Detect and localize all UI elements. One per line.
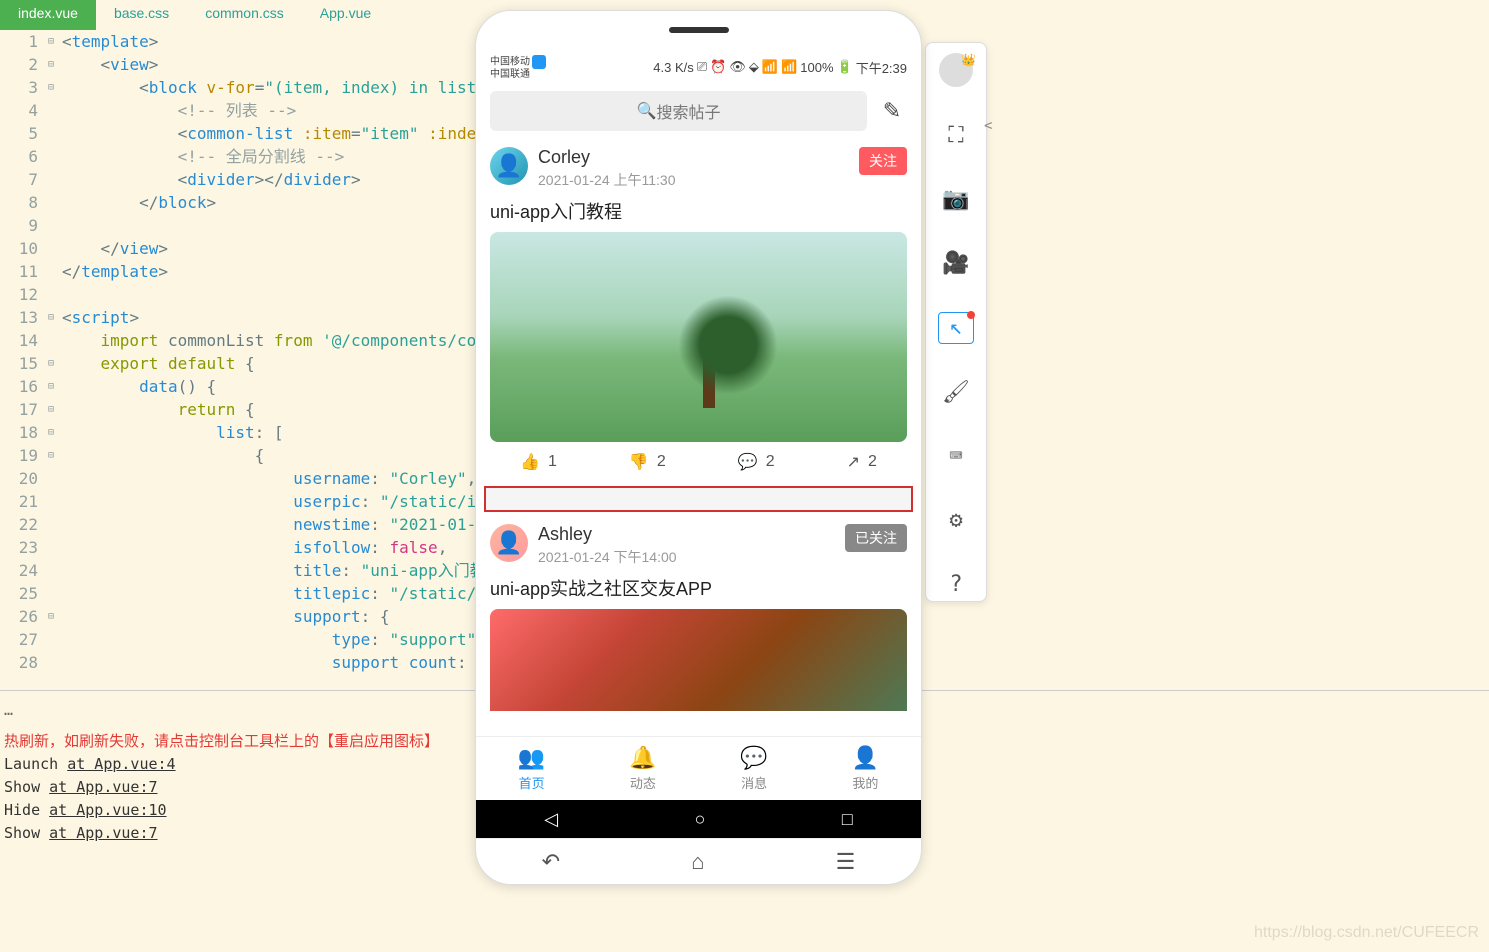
tab-home[interactable]: 👥首页 xyxy=(476,737,587,800)
tab-bar: 👥首页 🔔动态 💬消息 👤我的 xyxy=(476,736,921,800)
collapse-caret-icon[interactable]: < xyxy=(984,118,992,134)
sim-home-icon[interactable]: ⌂ xyxy=(691,849,704,875)
like-button[interactable]: 👍1 xyxy=(520,452,557,472)
compose-icon[interactable]: ✎ xyxy=(877,96,907,126)
tab-me[interactable]: 👤我的 xyxy=(810,737,921,800)
tab-app-vue[interactable]: App.vue xyxy=(302,0,389,30)
sim-menu-icon[interactable]: ☰ xyxy=(836,849,856,875)
tab-msg[interactable]: 💬消息 xyxy=(699,737,810,800)
profile-avatar[interactable]: 👑 xyxy=(938,53,974,87)
post-title: uni-app入门教程 xyxy=(484,194,913,232)
thumbs-down-icon: 👎 xyxy=(629,452,649,472)
share-icon: ↗ xyxy=(847,452,860,472)
post-item: 👤 Ashley 2021-01-24 下午14:00 已关注 uni-app实… xyxy=(484,518,913,711)
console-link[interactable]: at App.vue:4 xyxy=(67,755,175,773)
cursor-tool-icon[interactable]: ↖ xyxy=(938,312,974,345)
keyboard-icon[interactable]: ⌨ xyxy=(938,441,974,473)
search-input[interactable]: 🔍 搜索帖子 xyxy=(490,91,867,131)
android-nav: ◁ ○ □ xyxy=(476,800,921,838)
feed-list[interactable]: 👤 Corley 2021-01-24 上午11:30 关注 uni-app入门… xyxy=(476,141,921,711)
search-icon: 🔍 xyxy=(637,101,657,121)
home-nav-icon[interactable]: ○ xyxy=(695,809,706,830)
brush-icon[interactable]: 🖌 xyxy=(938,376,974,408)
sim-back-icon[interactable]: ↶ xyxy=(542,849,560,875)
follow-button[interactable]: 关注 xyxy=(859,147,907,175)
tab-index-vue[interactable]: index.vue xyxy=(0,0,96,30)
share-button[interactable]: ↗2 xyxy=(847,452,877,472)
post-image[interactable] xyxy=(490,609,907,711)
wifi-icon: ⬙ xyxy=(749,59,759,75)
divider-highlight xyxy=(484,486,913,512)
eye-icon: 👁 xyxy=(729,59,746,75)
avatar[interactable]: 👤 xyxy=(490,524,528,562)
console-link[interactable]: at App.vue:10 xyxy=(49,801,166,819)
tab-common-css[interactable]: common.css xyxy=(187,0,302,30)
console-link[interactable]: at App.vue:7 xyxy=(49,824,157,842)
tab-feed[interactable]: 🔔动态 xyxy=(587,737,698,800)
tab-base-css[interactable]: base.css xyxy=(96,0,187,30)
back-icon[interactable]: ◁ xyxy=(544,809,558,830)
sim-nav: ↶ ⌂ ☰ xyxy=(476,838,921,884)
line-numbers: 1234567891011121314151617181920212223242… xyxy=(0,30,44,674)
comment-button[interactable]: 💬2 xyxy=(738,452,775,472)
recent-icon[interactable]: □ xyxy=(842,809,853,830)
crown-icon: 👑 xyxy=(961,53,976,67)
battery-icon: 🔋 xyxy=(837,59,853,75)
settings-icon[interactable]: ⚙ xyxy=(938,505,974,537)
bell-icon: 🔔 xyxy=(629,745,656,771)
home-icon: 👥 xyxy=(518,745,545,771)
devtools-toolbar: 👑 ⛶ 📷 🎥 ↖ 🖌 ⌨ ⚙ ? xyxy=(925,42,987,602)
help-icon[interactable]: ? xyxy=(938,569,974,601)
alarm-icon: ⏰ xyxy=(710,59,726,75)
phone-notch xyxy=(669,27,729,33)
chat-icon: 💬 xyxy=(740,745,767,771)
phone-simulator: 中国移动 中国联通 4.3 K/s ⎚ ⏰ 👁 ⬙ 📶 📶 100% 🔋 下午2… xyxy=(475,10,922,885)
avatar[interactable]: 👤 xyxy=(490,147,528,185)
signal2-icon: 📶 xyxy=(781,59,797,75)
post-username: Ashley xyxy=(538,524,835,545)
post-item: 👤 Corley 2021-01-24 上午11:30 关注 uni-app入门… xyxy=(484,141,913,482)
post-title: uni-app实战之社区交友APP xyxy=(484,571,913,609)
fullscreen-icon[interactable]: ⛶ xyxy=(938,119,974,151)
comment-icon: 💬 xyxy=(738,452,758,472)
fold-column[interactable]: ⊟⊟⊟⊟⊟⊟⊟⊟⊟⊟ xyxy=(44,30,58,674)
thumbs-up-icon: 👍 xyxy=(520,452,540,472)
user-icon: 👤 xyxy=(852,745,879,771)
post-time: 2021-01-24 下午14:00 xyxy=(538,547,835,567)
post-image[interactable] xyxy=(490,232,907,442)
dislike-button[interactable]: 👎2 xyxy=(629,452,666,472)
console-link[interactable]: at App.vue:7 xyxy=(49,778,157,796)
signal-icon: 📶 xyxy=(762,59,778,75)
follow-button[interactable]: 已关注 xyxy=(845,524,907,552)
screenshot-icon[interactable]: 📷 xyxy=(938,183,974,215)
record-icon[interactable]: 🎥 xyxy=(938,247,974,279)
cast-icon: ⎚ xyxy=(697,59,707,75)
code-area[interactable]: <template> <view> <block v-for="(item, i… xyxy=(58,30,521,674)
status-bar: 中国移动 中国联通 4.3 K/s ⎚ ⏰ 👁 ⬙ 📶 📶 100% 🔋 下午2… xyxy=(476,53,921,81)
post-username: Corley xyxy=(538,147,849,168)
post-time: 2021-01-24 上午11:30 xyxy=(538,170,849,190)
watermark: https://blog.csdn.net/CUFEECR xyxy=(1254,924,1479,942)
